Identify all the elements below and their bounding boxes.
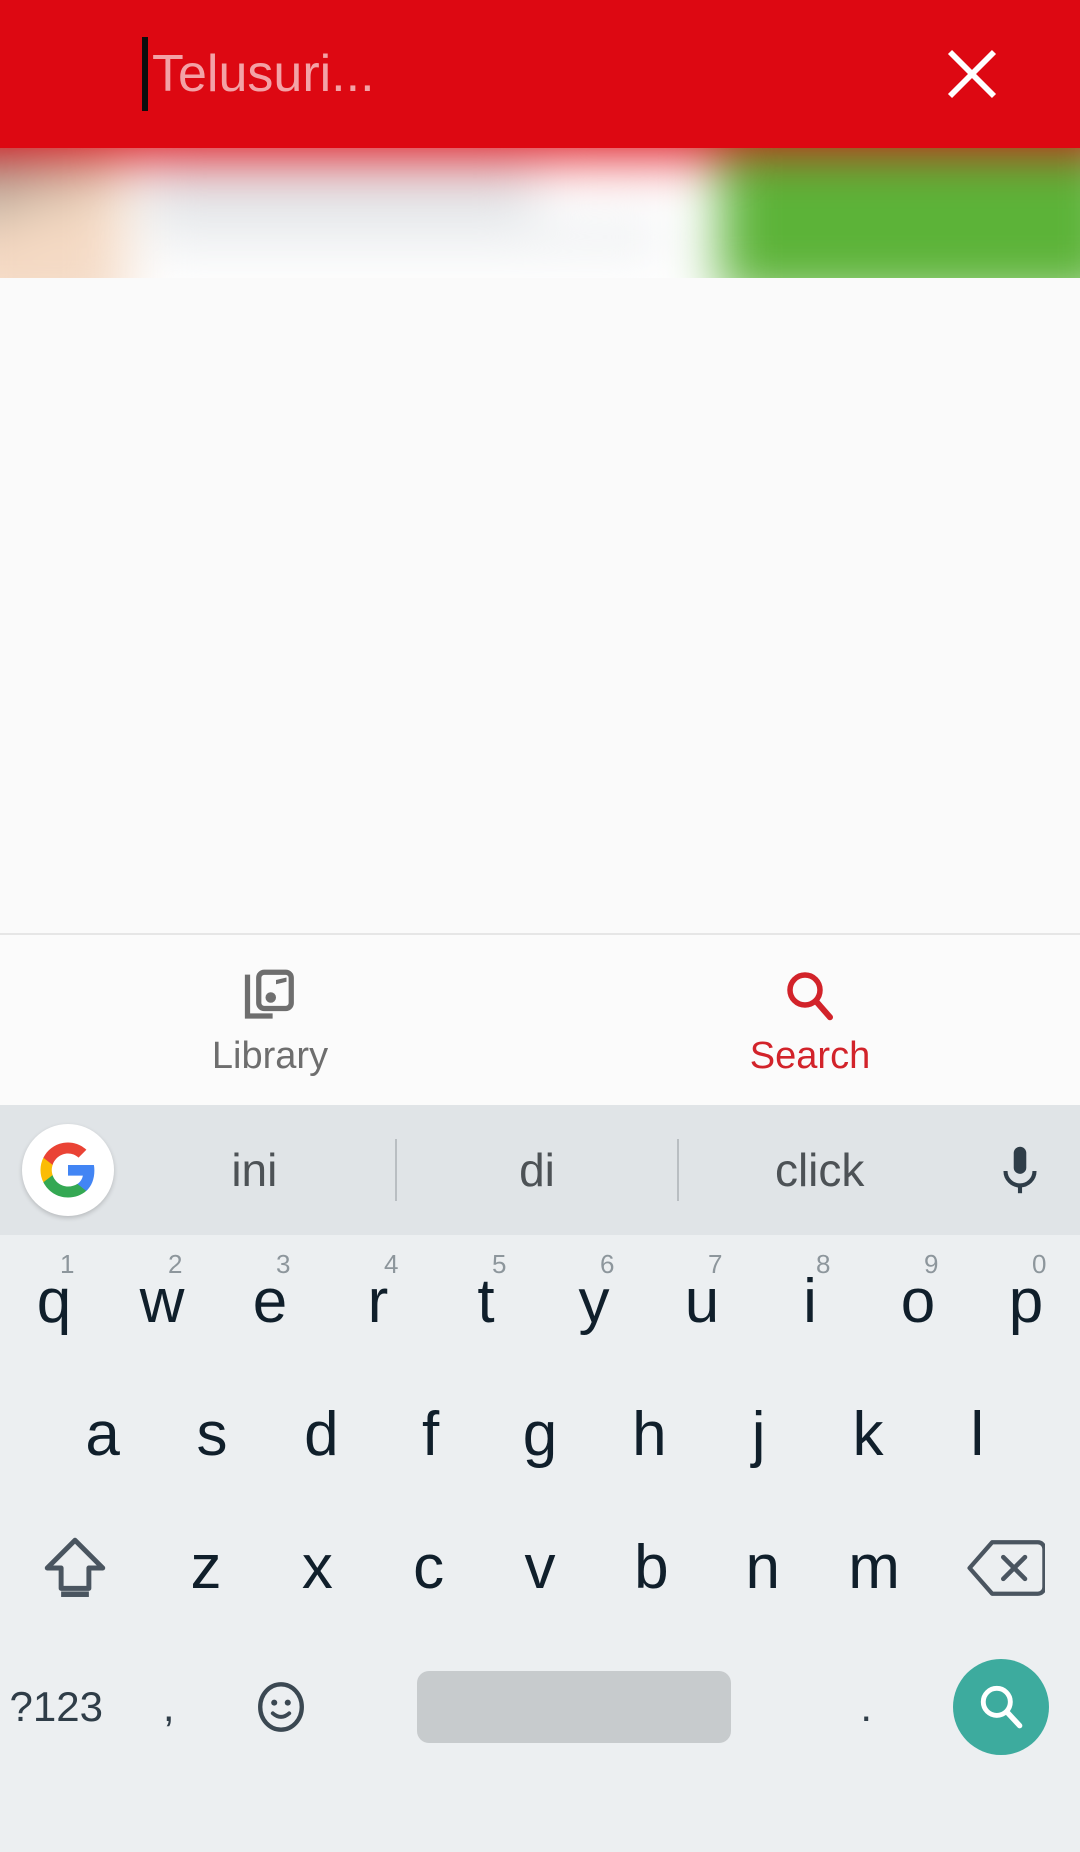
content-area [0,278,1080,933]
key-e[interactable]: 3 e [216,1235,324,1368]
blurred-content-preview [0,148,1080,278]
key-c[interactable]: c [373,1501,484,1634]
tab-library[interactable]: Library [0,935,540,1105]
key-number: 3 [276,1249,291,1279]
shift-key[interactable] [0,1501,150,1634]
key-q[interactable]: 1 q [0,1235,108,1368]
microphone-icon [1003,1146,1037,1194]
key-x[interactable]: x [262,1501,373,1634]
key-j[interactable]: j [704,1368,813,1501]
suggestion-item[interactable]: ini [114,1143,395,1197]
enter-search-key[interactable] [923,1634,1080,1779]
blur-text-line [145,170,535,210]
key-y[interactable]: 6 y [540,1235,648,1368]
keyboard-row-4: ?123 , . [0,1634,1080,1779]
key-number: 1 [60,1249,75,1279]
key-b[interactable]: b [596,1501,707,1634]
space-key[interactable] [338,1634,811,1779]
music-library-icon [240,965,300,1027]
keyboard-row-3: z x c v b n m [0,1501,1080,1634]
keyboard-suggestion-strip: ini di click [0,1105,1080,1235]
key-v[interactable]: v [484,1501,595,1634]
key-a[interactable]: a [48,1368,157,1501]
key-number: 5 [492,1249,507,1279]
enter-key-surface [953,1658,1050,1755]
key-o[interactable]: 9 o [864,1235,972,1368]
key-l[interactable]: l [923,1368,1032,1501]
key-number: 7 [708,1249,723,1279]
google-assistant-button[interactable] [22,1124,114,1216]
tab-search-label: Search [749,1035,871,1077]
backspace-icon [967,1539,1045,1596]
key-u[interactable]: 7 u [648,1235,756,1368]
key-label: i [803,1267,817,1336]
google-g-icon [40,1142,95,1198]
backspace-key[interactable] [930,1501,1080,1634]
key-i[interactable]: 8 i [756,1235,864,1368]
comma-key[interactable]: , [113,1634,226,1779]
voice-input-button[interactable] [960,1141,1080,1199]
key-g[interactable]: g [485,1368,594,1501]
suggestion-item[interactable]: click [679,1143,960,1197]
key-f[interactable]: f [376,1368,485,1501]
key-number: 8 [816,1249,831,1279]
search-bar[interactable]: Telusuri... [0,0,1080,148]
key-n[interactable]: n [707,1501,818,1634]
key-number: 9 [924,1249,939,1279]
key-d[interactable]: d [267,1368,376,1501]
bottom-tab-bar: Library Search [0,933,1080,1105]
key-s[interactable]: s [157,1368,266,1501]
blur-thumbnail [0,153,125,278]
close-button[interactable] [912,14,1032,134]
key-t[interactable]: 5 t [432,1235,540,1368]
tab-library-label: Library [211,1035,329,1077]
phone-screen: Telusuri... Library Search ini di click … [0,0,1080,1852]
key-r[interactable]: 4 r [324,1235,432,1368]
key-k[interactable]: k [813,1368,922,1501]
suggestion-item[interactable]: di [397,1143,678,1197]
key-h[interactable]: h [595,1368,704,1501]
blur-text-line [145,220,665,254]
emoji-smiley-icon [258,1681,305,1732]
search-icon [780,965,840,1027]
on-screen-keyboard: 1 q 2 w 3 e 4 r 5 t 6 y 7 u 8 i 9 o 0 p … [0,1235,1080,1852]
key-number: 4 [384,1249,399,1279]
key-m[interactable]: m [818,1501,929,1634]
key-w[interactable]: 2 w [108,1235,216,1368]
key-p[interactable]: 0 p [972,1235,1080,1368]
shift-icon [44,1537,106,1597]
close-icon [947,49,997,99]
text-caret [142,37,148,111]
period-key[interactable]: . [810,1634,923,1779]
keyboard-row-2: a s d f g h j k l [0,1368,1080,1501]
key-number: 0 [1032,1249,1047,1279]
spacebar-surface [416,1670,731,1743]
key-number: 2 [168,1249,183,1279]
key-z[interactable]: z [150,1501,261,1634]
symbols-key[interactable]: ?123 [0,1634,113,1779]
blur-green-block [720,148,1080,278]
tab-search[interactable]: Search [540,935,1080,1105]
search-input[interactable]: Telusuri... [152,48,912,100]
keyboard-row-1: 1 q 2 w 3 e 4 r 5 t 6 y 7 u 8 i 9 o 0 p [0,1235,1080,1368]
blur-layer [0,148,1080,278]
key-number: 6 [600,1249,615,1279]
emoji-key[interactable] [225,1634,338,1779]
search-icon [981,1685,1023,1728]
